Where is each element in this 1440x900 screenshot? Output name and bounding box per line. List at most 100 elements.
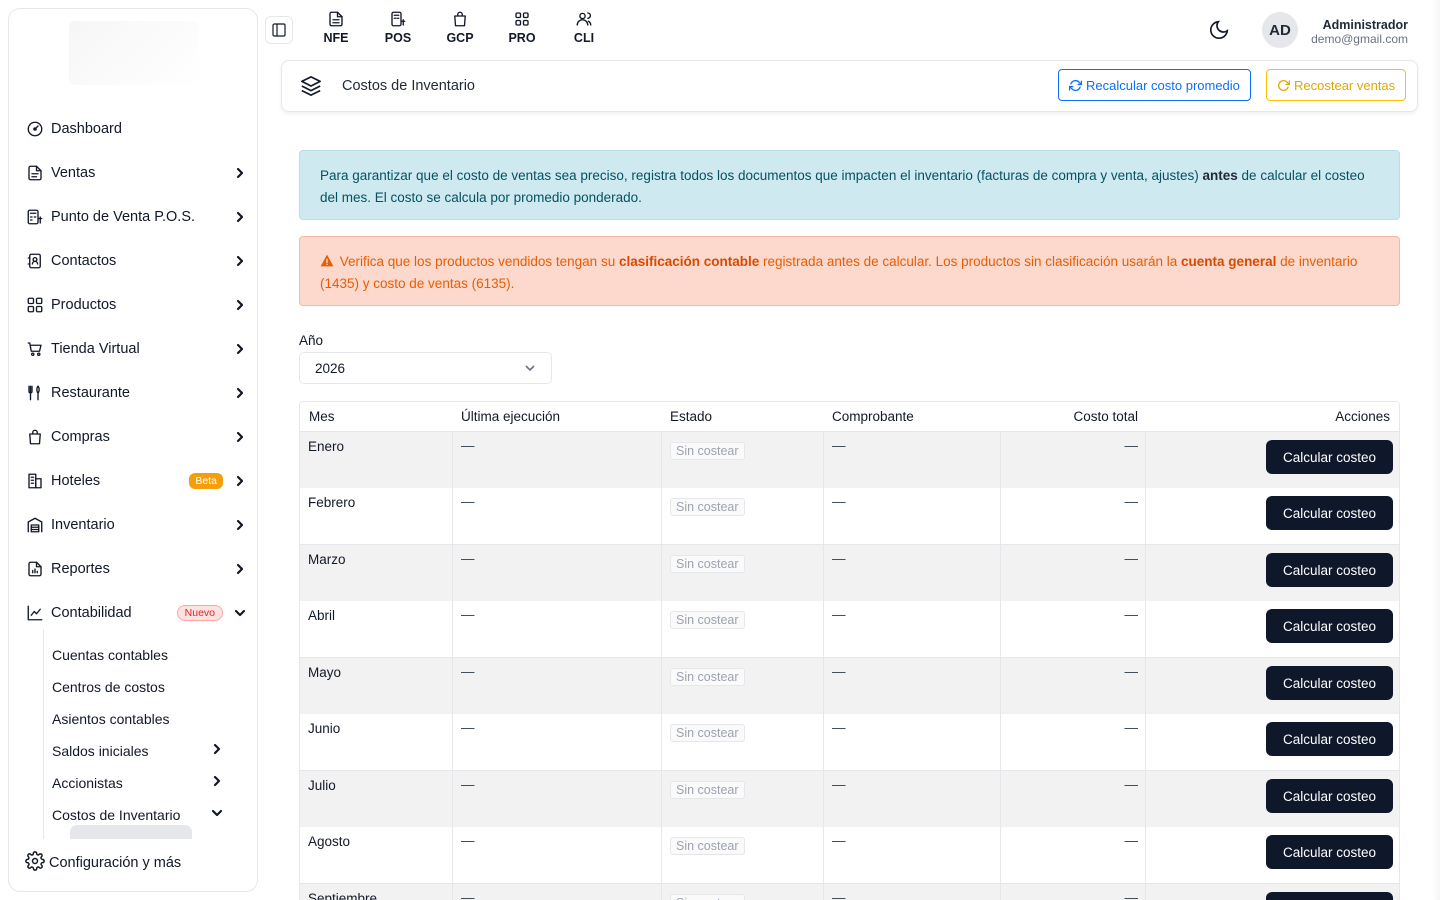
sidebar-item-config[interactable]: Configuración y más (25, 849, 181, 877)
file-icon (329, 11, 343, 27)
recostear-ventas-button[interactable]: Recostear ventas (1266, 69, 1407, 101)
cell-ultima: — (453, 884, 662, 900)
chart-icon (25, 603, 45, 623)
app-pro[interactable]: PRO (491, 10, 553, 45)
cell-costo: — (1001, 658, 1146, 714)
sidebar-item-contabilidad[interactable]: Contabilidad Nuevo (25, 598, 247, 628)
comprobante-value: — (832, 890, 846, 900)
sub-item-label: Saldos iniciales (52, 743, 149, 759)
cell-ultima: — (453, 432, 662, 488)
comprobante-value: — (832, 551, 846, 566)
theme-toggle-button[interactable] (1208, 19, 1230, 41)
grid-apps-icon (515, 12, 529, 26)
cell-ultima: — (453, 601, 662, 657)
cell-comprobante: — (824, 658, 1001, 714)
grid-icon (25, 295, 45, 315)
ultima-value: — (461, 607, 475, 622)
calcular-costeo-button[interactable]: Calcular costeo (1266, 553, 1393, 587)
sidebar-item-reportes[interactable]: Reportes (25, 554, 247, 584)
sidebar-item-inventario[interactable]: Inventario (25, 510, 247, 540)
contabilidad-subnav: Cuentas contables Centros de costos Asient… (43, 629, 243, 839)
status-badge: Sin costear (670, 498, 745, 516)
calcular-costeo-button[interactable]: Calcular costeo (1266, 779, 1393, 813)
sidebar-item-tienda-virtual[interactable]: Tienda Virtual (25, 334, 247, 364)
chevron-right-icon (233, 254, 247, 268)
cell-estado: Sin costear (662, 771, 824, 827)
month-name: Abril (308, 608, 336, 623)
user-info[interactable]: Administrador demo@gmail.com (1311, 18, 1408, 46)
cell-comprobante: — (824, 714, 1001, 770)
status-badge: Sin costear (670, 555, 745, 573)
app-cli[interactable]: CLI (553, 10, 615, 45)
month-name: Junio (308, 721, 341, 736)
cell-ultima: — (453, 658, 662, 714)
calcular-costeo-button[interactable]: Calcular costeo (1266, 440, 1393, 474)
panel-left-icon (272, 23, 286, 37)
app-gcp[interactable]: GCP (429, 10, 491, 45)
sidebar-item-punto-de-venta-p-o-s[interactable]: Punto de Venta P.O.S. (25, 202, 247, 232)
document-icon (25, 163, 45, 183)
cell-ultima: — (453, 827, 662, 883)
costo-value: — (1124, 890, 1139, 900)
comprobante-value: — (832, 494, 846, 509)
cell-acciones: Calcular costeo (1146, 884, 1399, 900)
sub-item-accionistas[interactable]: Accionistas (52, 770, 224, 796)
layers-icon (300, 75, 322, 102)
calcular-costeo-button[interactable]: Calcular costeo (1266, 666, 1393, 700)
calcular-costeo-button[interactable]: Calcular costeo (1266, 835, 1393, 869)
table-row: Agosto — Sin costear — — Calcular costeo (300, 827, 1399, 884)
sidebar: Dashboard Ventas Punto de Venta P.O.S. Cont… (8, 8, 258, 892)
sidebar-item-label: Dashboard (51, 121, 122, 137)
calcular-costeo-button[interactable]: Calcular costeo (1266, 722, 1393, 756)
sidebar-item-dashboard[interactable]: Dashboard (25, 114, 247, 144)
users-icon (576, 12, 592, 26)
sub-item-label: Cuentas contables (52, 647, 168, 663)
calculator-icon (25, 207, 45, 227)
info-alert: Para garantizar que el costo de ventas s… (299, 150, 1400, 220)
cell-comprobante: — (824, 884, 1001, 900)
avatar[interactable]: AD (1262, 12, 1298, 48)
calcular-costeo-button[interactable]: Calcular costeo (1266, 609, 1393, 643)
ultima-value: — (461, 720, 475, 735)
calcular-costeo-button[interactable]: Calcular costeo (1266, 496, 1393, 530)
app-pos[interactable]: POS (367, 10, 429, 45)
nuevo-badge: Nuevo (176, 605, 223, 621)
col-comprobante: Comprobante (832, 409, 914, 424)
costo-value: — (1124, 551, 1139, 566)
recalcular-costo-button[interactable]: Recalcular costo promedio (1058, 69, 1251, 101)
cell-costo: — (1001, 545, 1146, 601)
cart-icon (25, 339, 45, 359)
warn-text-1: Verifica que los productos vendidos teng… (339, 254, 616, 269)
cell-mes: Abril (300, 601, 453, 657)
sub-item-cuentas-contables[interactable]: Cuentas contables (52, 642, 224, 668)
app-nfe[interactable]: NFE (305, 10, 367, 45)
cell-mes: Marzo (300, 545, 453, 601)
config-label: Configuración y más (49, 855, 182, 871)
sidebar-toggle-button[interactable] (265, 16, 293, 44)
cell-estado: Sin costear (662, 827, 824, 883)
sidebar-item-productos[interactable]: Productos (25, 290, 247, 320)
warning-icon (320, 252, 334, 267)
cell-costo: — (1001, 827, 1146, 883)
contacts-icon (25, 251, 45, 271)
sidebar-item-hoteles[interactable]: Hoteles Beta (25, 466, 247, 496)
chevron-right-icon (233, 518, 247, 532)
sidebar-item-compras[interactable]: Compras (25, 422, 247, 452)
app-label: PRO (508, 31, 536, 45)
sidebar-item-contactos[interactable]: Contactos (25, 246, 247, 276)
sub-item-asientos-contables[interactable]: Asientos contables (52, 706, 224, 732)
calcular-costeo-button[interactable]: Calcular costeo (1266, 892, 1393, 900)
sidebar-item-restaurante[interactable]: Restaurante (25, 378, 247, 408)
cell-comprobante: — (824, 827, 1001, 883)
sub-item-saldos-iniciales[interactable]: Saldos iniciales (52, 738, 224, 764)
cell-acciones: Calcular costeo (1146, 827, 1399, 883)
sidebar-item-ventas[interactable]: Ventas (25, 158, 247, 188)
scrollbar-track[interactable] (1432, 0, 1440, 900)
costo-value: — (1124, 607, 1139, 622)
cell-ultima: — (453, 488, 662, 544)
sub-item-centros-de-costos[interactable]: Centros de costos (52, 674, 224, 700)
warn-text-2: registrada antes de calcular. Los produc… (763, 254, 1178, 269)
year-select[interactable]: 2026 (299, 352, 552, 384)
sub-item-costos-de-inventario[interactable]: Costos de Inventario (52, 802, 224, 828)
month-name: Julio (308, 778, 336, 793)
